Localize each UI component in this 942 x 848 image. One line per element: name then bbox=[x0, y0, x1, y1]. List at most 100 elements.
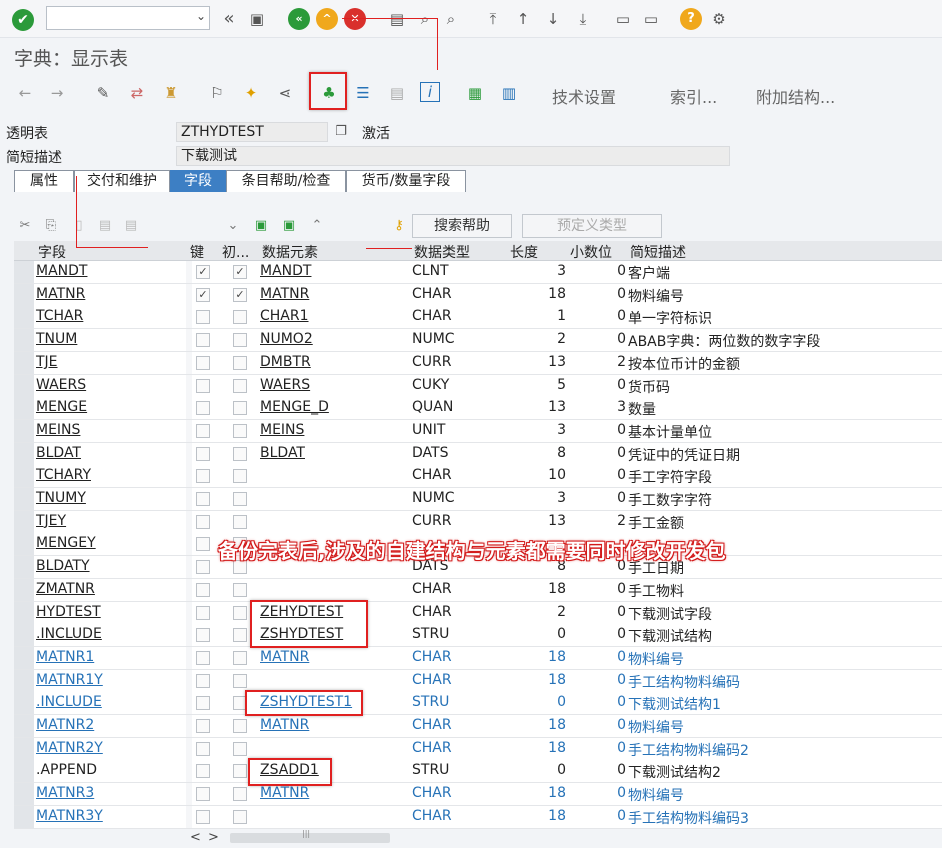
initial-checkbox[interactable] bbox=[233, 787, 247, 802]
row-selector[interactable] bbox=[14, 283, 34, 306]
insert-row-icon[interactable]: ▤ bbox=[94, 215, 116, 237]
table-row[interactable]: MATNR3Y CHAR 18 0 手工结构物料编码3 bbox=[14, 805, 942, 829]
field-name[interactable]: MATNR2Y bbox=[36, 740, 186, 756]
data-element[interactable]: MEINS bbox=[260, 422, 304, 438]
append-structure-button[interactable]: 附加结构... bbox=[756, 84, 835, 108]
table-row[interactable]: BLDAT BLDAT DATS 8 0 凭证中的凭证日期 bbox=[14, 442, 942, 466]
col-data-type[interactable]: 数据类型 bbox=[414, 242, 470, 262]
field-name[interactable]: TJEY bbox=[36, 513, 186, 529]
predefined-type-button[interactable]: 预定义类型 bbox=[522, 214, 662, 238]
initial-checkbox[interactable] bbox=[233, 628, 247, 643]
search-help-button[interactable]: 搜索帮助 bbox=[412, 214, 512, 238]
key-checkbox[interactable] bbox=[196, 696, 210, 711]
initial-checkbox[interactable] bbox=[233, 446, 247, 461]
table-row[interactable]: .INCLUDE ZSHYDTEST1 STRU 0 0 下载测试结构1 bbox=[14, 692, 942, 716]
find-icon[interactable]: ⌕ bbox=[414, 8, 436, 30]
gear-icon[interactable]: ⚙ bbox=[708, 8, 730, 30]
data-element[interactable]: MATNR bbox=[260, 649, 309, 665]
row-selector[interactable] bbox=[14, 556, 34, 579]
find-next-icon[interactable]: ⌕ bbox=[440, 8, 462, 30]
field-name[interactable]: MENGEY bbox=[36, 535, 186, 551]
cut-icon[interactable]: ✂ bbox=[14, 215, 36, 237]
new-session-icon[interactable]: ▭ bbox=[612, 8, 634, 30]
table-row[interactable]: TCHAR CHAR1 CHAR 1 0 单一字符标识 bbox=[14, 306, 942, 330]
table-row[interactable]: MATNR1Y CHAR 18 0 手工结构物料编码 bbox=[14, 669, 942, 693]
key-icon[interactable]: ⚷ bbox=[388, 215, 410, 237]
table-row[interactable]: TNUMY NUMC 3 0 手工数字字符 bbox=[14, 488, 942, 511]
initial-checkbox[interactable] bbox=[233, 401, 247, 416]
row-selector[interactable] bbox=[14, 624, 34, 647]
table-row[interactable]: TJE DMBTR CURR 13 2 按本位币计的金额 bbox=[14, 351, 942, 375]
data-element[interactable]: MATNR bbox=[260, 785, 309, 801]
field-name[interactable]: MATNR2 bbox=[36, 717, 186, 733]
row-selector[interactable] bbox=[14, 578, 34, 601]
data-element[interactable]: NUMO2 bbox=[260, 331, 313, 347]
initial-checkbox[interactable] bbox=[233, 719, 247, 733]
display-change-icon[interactable]: ✎ bbox=[92, 82, 114, 104]
key-checkbox[interactable] bbox=[196, 582, 210, 597]
data-element[interactable]: CHAR1 bbox=[260, 308, 309, 324]
key-checkbox[interactable] bbox=[196, 650, 210, 665]
field-name[interactable]: MATNR1Y bbox=[36, 672, 186, 688]
activate-icon[interactable]: ⚐ bbox=[206, 82, 228, 104]
table-row[interactable]: MATNR1 MATNR CHAR 18 0 物料编号 bbox=[14, 646, 942, 670]
initial-checkbox[interactable] bbox=[233, 764, 247, 779]
row-selector[interactable] bbox=[14, 601, 34, 624]
page-last-icon[interactable]: ⤓ bbox=[572, 8, 594, 30]
scroll-thumb[interactable]: ||| bbox=[230, 829, 390, 843]
row-selector[interactable] bbox=[14, 737, 34, 760]
table-row[interactable]: MATNR2 MATNR CHAR 18 0 物料编号 bbox=[14, 715, 942, 738]
info-icon[interactable]: i bbox=[420, 82, 440, 102]
table-row[interactable]: TJEY CURR 13 2 手工金额 bbox=[14, 510, 942, 534]
arrow-right-icon[interactable]: → bbox=[46, 82, 68, 104]
key-checkbox[interactable] bbox=[196, 741, 210, 756]
key-checkbox[interactable] bbox=[196, 423, 210, 438]
page-next-icon[interactable]: ↓ bbox=[542, 8, 564, 30]
table-row[interactable]: HYDTEST ZEHYDTEST CHAR 2 0 下载测试字段 bbox=[14, 601, 942, 625]
table-row[interactable]: TCHARY CHAR 10 0 手工字符字段 bbox=[14, 465, 942, 489]
check-object-icon[interactable]: ♜ bbox=[160, 82, 182, 104]
col-data-element[interactable]: 数据元素 bbox=[262, 242, 318, 262]
field-name[interactable]: TCHAR bbox=[36, 308, 186, 324]
check-icon[interactable]: ✔ bbox=[12, 9, 34, 31]
copy-icon[interactable]: ❐ bbox=[330, 121, 352, 143]
row-selector[interactable] bbox=[14, 374, 34, 397]
short-desc-field[interactable]: 下载测试 bbox=[176, 146, 730, 166]
table-row[interactable]: WAERS WAERS CUKY 5 0 货币码 bbox=[14, 374, 942, 398]
structure-icon[interactable]: ▦ bbox=[464, 82, 486, 104]
table-row[interactable]: MATNR2Y CHAR 18 0 手工结构物料编码2 bbox=[14, 737, 942, 761]
initial-checkbox[interactable] bbox=[233, 492, 247, 506]
initial-checkbox[interactable] bbox=[233, 741, 247, 756]
arrow-left-icon[interactable]: ← bbox=[14, 82, 36, 104]
key-checkbox[interactable] bbox=[196, 401, 210, 416]
initial-checkbox[interactable] bbox=[233, 650, 247, 665]
tab-attributes[interactable]: 属性 bbox=[14, 170, 74, 192]
help-icon[interactable]: ? bbox=[680, 8, 702, 30]
table-row[interactable]: MANDT ✓ ✓ MANDT CLNT 3 0 客户端 bbox=[14, 261, 942, 284]
field-name[interactable]: .INCLUDE bbox=[36, 626, 186, 642]
key-checkbox[interactable] bbox=[196, 605, 210, 620]
data-element[interactable]: BLDAT bbox=[260, 445, 305, 461]
data-element[interactable]: MENGE_D bbox=[260, 399, 329, 415]
row-selector[interactable] bbox=[14, 510, 34, 533]
tab-delivery[interactable]: 交付和维护 bbox=[74, 170, 170, 192]
row-selector[interactable] bbox=[14, 442, 34, 465]
initial-checkbox[interactable] bbox=[233, 809, 247, 824]
document-icon[interactable]: ▤ bbox=[386, 82, 408, 104]
field-name[interactable]: ZMATNR bbox=[36, 581, 186, 597]
select-block-icon[interactable]: ▣ bbox=[250, 215, 272, 237]
key-checkbox[interactable] bbox=[196, 537, 210, 552]
field-name[interactable]: .APPEND bbox=[36, 762, 186, 778]
shortcut-icon[interactable]: ▭ bbox=[640, 8, 662, 30]
key-checkbox[interactable] bbox=[196, 333, 210, 348]
data-element[interactable]: MATNR bbox=[260, 286, 309, 302]
initial-checkbox[interactable] bbox=[233, 333, 247, 348]
table-row[interactable]: MATNR ✓ ✓ MATNR CHAR 18 0 物料编号 bbox=[14, 283, 942, 307]
paste-icon[interactable]: ▯ bbox=[68, 215, 90, 237]
key-checkbox[interactable] bbox=[196, 310, 210, 325]
col-length[interactable]: 长度 bbox=[510, 242, 538, 262]
initial-checkbox[interactable] bbox=[233, 605, 247, 620]
row-selector[interactable] bbox=[14, 397, 34, 420]
field-name[interactable]: MATNR3Y bbox=[36, 808, 186, 824]
initial-checkbox[interactable] bbox=[233, 310, 247, 325]
